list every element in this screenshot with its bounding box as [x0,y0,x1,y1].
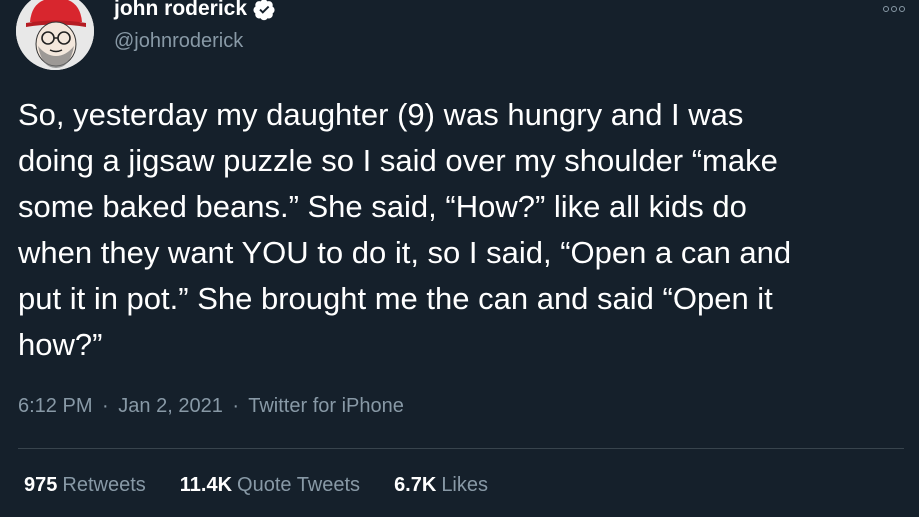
divider [18,448,904,449]
verified-badge-icon [253,0,276,21]
quote-tweets-label: Quote Tweets [237,474,361,496]
tweet-text: So, yesterday my daughter (9) was hungry… [18,92,908,368]
tweet-stats: 975 Retweets 11.4K Quote Tweets 6.7K Likes [24,474,488,497]
tweet-source[interactable]: Twitter for iPhone [248,395,404,417]
author-name-row[interactable]: john roderick [114,0,276,21]
tweet-text-line: So, yesterday my daughter (9) was hungry… [18,97,744,132]
likes-count: 6.7K [394,474,437,496]
likes-label: Likes [441,474,489,496]
tweet-text-line: some baked beans.” She said, “How?” like… [18,189,747,224]
retweets-count: 975 [24,474,58,496]
more-options-icon[interactable] [883,6,905,12]
tweet-date[interactable]: Jan 2, 2021 [118,395,223,417]
quote-tweets-count: 11.4K [179,474,233,496]
likes-stat[interactable]: 6.7K Likes [394,474,488,497]
tweet-text-line: doing a jigsaw puzzle so I said over my … [18,143,778,178]
retweets-stat[interactable]: 975 Retweets [24,474,146,497]
meta-separator: · [102,395,109,417]
meta-separator: · [232,395,240,417]
tweet-text-line: when they want YOU to do it, so I said, … [18,235,792,270]
tweet-text-line: how?” [18,327,103,362]
tweet-text-line: put it in pot.” She brought me the can a… [18,281,773,316]
author-handle[interactable]: @johnroderick [114,30,243,53]
quote-tweets-stat[interactable]: 11.4K Quote Tweets [180,474,360,497]
avatar[interactable] [16,0,94,70]
tweet-time[interactable]: 6:12 PM [18,395,92,417]
author-name[interactable]: john roderick [114,0,247,21]
retweets-label: Retweets [62,474,146,496]
tweet-meta: 6:12 PM · Jan 2, 2021 · Twitter for iPho… [18,395,404,418]
caricature-avatar-icon [16,0,94,70]
